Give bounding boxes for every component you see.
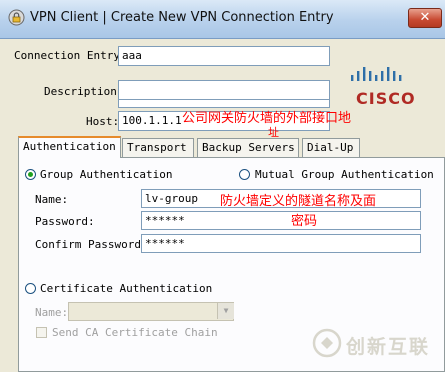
- chevron-down-icon[interactable]: ▼: [217, 303, 234, 319]
- confirm-password-label: Confirm Password:: [35, 238, 148, 251]
- mutual-auth-radio[interactable]: [239, 169, 250, 180]
- cert-auth-radio[interactable]: [25, 283, 36, 294]
- group-annotation-line2: 密码: [291, 214, 318, 229]
- cert-name-select[interactable]: [68, 302, 234, 321]
- cert-auth-label: Certificate Authentication: [40, 282, 213, 295]
- tab-label: Dial-Up: [307, 141, 354, 154]
- group-annotation-line1: 防火墙定义的隧道名称及面: [220, 194, 377, 209]
- description-label: Description:: [44, 85, 124, 98]
- tab-transport[interactable]: Transport: [122, 138, 194, 157]
- tab-label: Backup Servers: [202, 141, 295, 154]
- group-name-label: Name:: [35, 193, 69, 206]
- password-input[interactable]: ******: [141, 211, 421, 230]
- chuangxin-logo-icon: [312, 328, 342, 358]
- close-button[interactable]: ✕: [408, 8, 442, 28]
- tab-label: Authentication: [23, 140, 116, 153]
- send-ca-checkbox[interactable]: [36, 327, 47, 338]
- password-label: Password:: [35, 215, 95, 228]
- close-icon: ✕: [419, 10, 431, 25]
- host-annotation-line1: 公司网关防火墙的外部接口地: [182, 111, 352, 126]
- connection-entry-label: Connection Entry:: [14, 49, 127, 62]
- tab-dial-up[interactable]: Dial-Up: [302, 138, 360, 157]
- connection-entry-input[interactable]: aaa: [118, 46, 330, 66]
- description-input[interactable]: [118, 80, 330, 100]
- send-ca-label: Send CA Certificate Chain: [52, 326, 218, 339]
- host-label: Host:: [86, 115, 120, 128]
- cert-name-label: Name:: [35, 306, 69, 319]
- vpn-lock-icon: [8, 9, 25, 26]
- tab-backup-servers[interactable]: Backup Servers: [197, 138, 299, 157]
- mutual-auth-label: Mutual Group Authentication: [255, 168, 434, 181]
- window-title: VPN Client | Create New VPN Connection E…: [30, 10, 334, 25]
- group-auth-radio[interactable]: [25, 169, 36, 180]
- tab-label: Transport: [127, 141, 187, 154]
- cisco-logo-text: CISCO: [356, 89, 416, 108]
- tab-authentication[interactable]: Authentication: [18, 136, 121, 158]
- group-auth-label: Group Authentication: [40, 168, 173, 181]
- confirm-password-input[interactable]: ******: [141, 234, 421, 253]
- watermark-text: 创新互联: [346, 336, 431, 358]
- cisco-bars-icon: [351, 67, 402, 81]
